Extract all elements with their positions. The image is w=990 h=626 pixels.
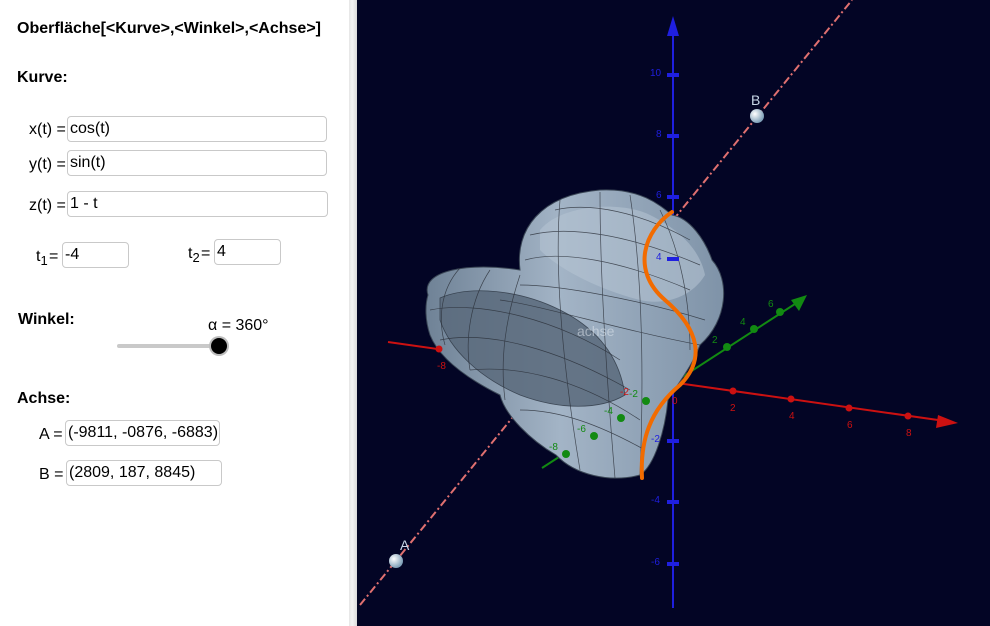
origin-label: 0 (672, 396, 678, 407)
z-tick-label: -4 (651, 495, 660, 506)
x-tick-label: 8 (906, 428, 912, 439)
point-b-input[interactable]: (2809, 187, 8845) (66, 460, 222, 486)
t1-label: t1 = (36, 248, 58, 268)
input-panel: Oberfläche[<Kurve>,<Winkel>,<Achse>] Kur… (0, 0, 349, 626)
z-tick-label: 4 (656, 252, 662, 263)
y-tick-label: -6 (577, 424, 586, 435)
graphics-canvas[interactable]: -8 -2 2 4 6 8 -8 -6 -4 -2 2 4 6 10 8 6 4… (357, 0, 990, 626)
x-input[interactable]: cos(t) (67, 116, 327, 142)
x-tick-label: 4 (789, 411, 795, 422)
z-tick-label: -2 (651, 434, 660, 445)
point-a-input[interactable]: (-9811, -0876, -6883) (65, 420, 220, 446)
alpha-slider-track[interactable] (117, 344, 220, 348)
z-label: z(t) = (29, 197, 66, 214)
command-title: Oberfläche[<Kurve>,<Winkel>,<Achse>] (17, 20, 321, 37)
point-a[interactable] (389, 554, 403, 568)
y-axis-arrow (791, 295, 807, 311)
z-axis-arrow (667, 16, 679, 36)
point-b-graphic-label: B (751, 92, 760, 108)
point-b-label: B = (39, 466, 64, 483)
t1-label-eq: = (49, 248, 59, 265)
x-axis-arrow (936, 415, 958, 428)
y-tick-label: -4 (604, 406, 613, 417)
x-tick-label: -8 (437, 361, 446, 372)
winkel-heading: Winkel: (18, 311, 75, 328)
z-input[interactable]: 1 - t (67, 191, 328, 217)
z-tick-label: 8 (656, 129, 662, 140)
alpha-slider-handle[interactable] (211, 338, 227, 354)
x-tick-label: -2 (620, 387, 629, 398)
point-a-label: A = (39, 426, 63, 443)
kurve-heading: Kurve: (17, 69, 68, 86)
point-b[interactable] (750, 109, 764, 123)
revolution-surface (425, 189, 725, 479)
achse-heading: Achse: (17, 390, 71, 407)
x-label: x(t) = (29, 121, 66, 138)
graphics-3d-view[interactable]: -8 -2 2 4 6 8 -8 -6 -4 -2 2 4 6 10 8 6 4… (357, 0, 990, 626)
point-a-graphic-label: A (400, 537, 410, 553)
z-tick-label: -6 (651, 557, 660, 568)
y-tick-label: 6 (768, 299, 774, 310)
t2-label-sub: 2 (192, 250, 200, 266)
y-label: y(t) = (29, 156, 66, 173)
y-input[interactable]: sin(t) (67, 150, 327, 176)
z-tick-label: 6 (656, 190, 662, 201)
y-tick-label: 2 (712, 335, 718, 346)
x-tick-label: 2 (730, 403, 736, 414)
panel-divider[interactable] (349, 0, 357, 626)
t2-input[interactable]: 4 (214, 239, 281, 265)
y-tick-label: 4 (740, 317, 746, 328)
t2-label-eq: = (201, 245, 211, 262)
t2-label: t2 = (188, 245, 210, 265)
t1-input[interactable]: -4 (62, 242, 129, 268)
x-tick-label: 6 (847, 420, 853, 431)
surface-label: achse (577, 323, 615, 339)
alpha-slider-label: α = 360° (208, 317, 269, 334)
t1-label-sub: 1 (40, 253, 48, 269)
y-tick-label: -8 (549, 442, 558, 453)
y-tick-label: -2 (629, 389, 638, 400)
z-tick-label: 10 (650, 68, 662, 79)
